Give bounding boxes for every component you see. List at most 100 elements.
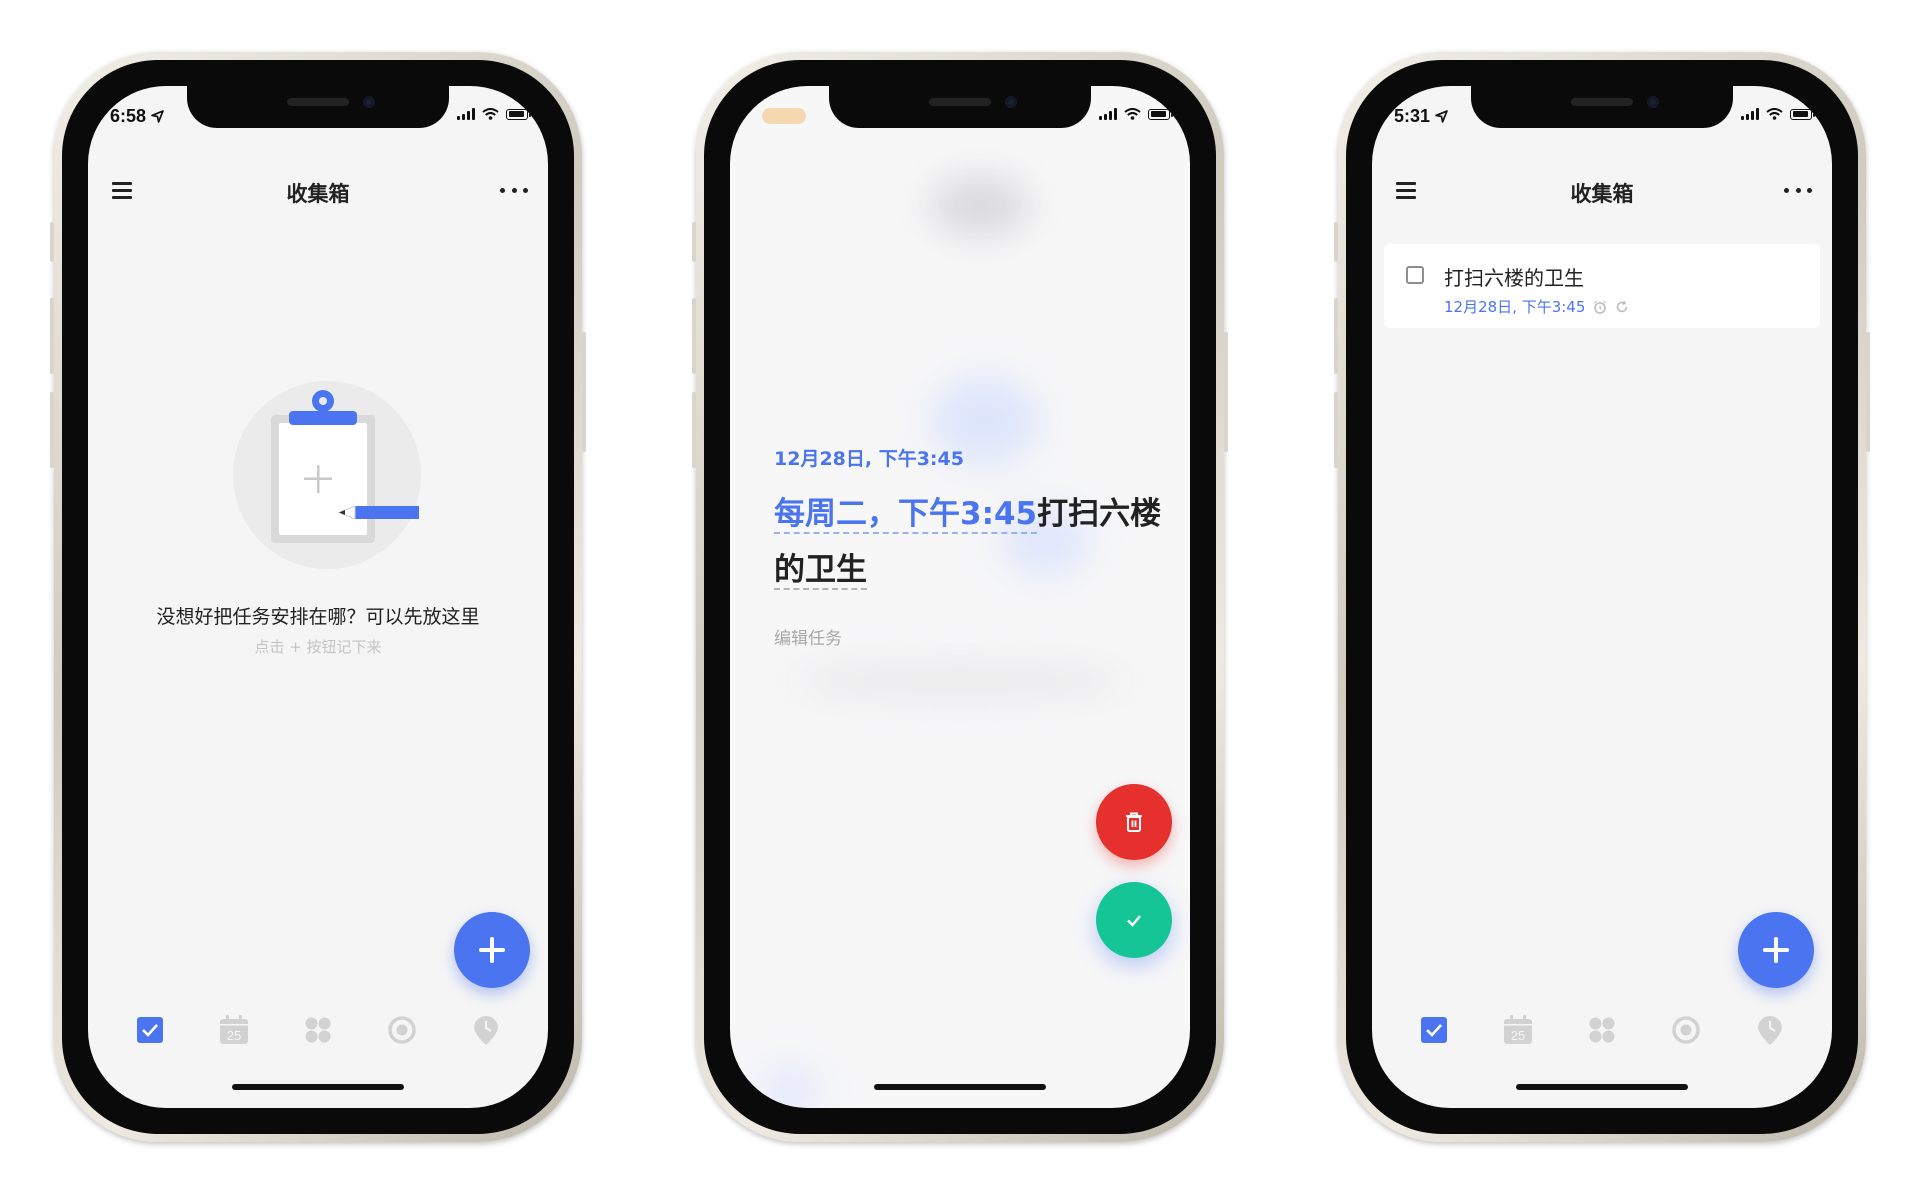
status-icons xyxy=(457,108,531,120)
wifi-icon xyxy=(1766,108,1783,120)
top-bar: 收集箱 xyxy=(1372,170,1832,210)
signal-icon xyxy=(1099,108,1117,120)
volume-down-button xyxy=(1334,392,1338,468)
focus-icon xyxy=(1672,1016,1700,1044)
task-item[interactable]: 打扫六楼的卫生 12月28日, 下午3:45 xyxy=(1384,244,1820,328)
notch xyxy=(187,86,449,128)
tab-tasks[interactable] xyxy=(1418,1014,1450,1046)
tab-bar: 25 xyxy=(1372,1010,1832,1050)
screen: 12月28日, 下午3:45 每周二，下午3:45打扫六楼 的卫生 编辑任务 xyxy=(730,86,1190,1108)
location-arrow-icon xyxy=(1435,110,1448,123)
battery-icon xyxy=(1790,108,1815,120)
tab-focus[interactable] xyxy=(386,1014,418,1046)
plus-icon xyxy=(479,937,505,963)
home-indicator xyxy=(232,1084,404,1090)
status-time-pill xyxy=(762,108,806,124)
grid-icon xyxy=(1589,1017,1615,1043)
calendar-icon: 25 xyxy=(220,1015,248,1044)
page-title: 收集箱 xyxy=(286,182,350,206)
home-indicator xyxy=(1516,1084,1688,1090)
power-button xyxy=(1866,332,1870,452)
wifi-icon xyxy=(482,108,499,120)
tab-matrix[interactable] xyxy=(1586,1014,1618,1046)
location-arrow-icon xyxy=(151,110,164,123)
bezel: 5:31 收集箱 打扫六楼的卫生 12月28日, 下午3:45 25 xyxy=(1346,60,1858,1134)
tab-tasks[interactable] xyxy=(134,1014,166,1046)
home-indicator xyxy=(874,1084,1046,1090)
grid-icon xyxy=(305,1017,331,1043)
add-task-button[interactable] xyxy=(454,912,530,988)
clipboard-illustration xyxy=(233,381,421,569)
notch xyxy=(1471,86,1733,128)
bezel: 12月28日, 下午3:45 每周二，下午3:45打扫六楼 的卫生 编辑任务 xyxy=(704,60,1216,1134)
empty-state-title: 没想好把任务安排在哪？可以先放这里 xyxy=(156,606,480,628)
empty-state-hint: 点击 + 按钮记下来 xyxy=(254,638,382,656)
volume-down-button xyxy=(50,392,54,468)
volume-up-button xyxy=(50,298,54,374)
phone-frame-2: 12月28日, 下午3:45 每周二，下午3:45打扫六楼 的卫生 编辑任务 xyxy=(692,52,1228,1142)
more-icon[interactable] xyxy=(500,188,528,194)
tab-bar: 25 xyxy=(88,1010,548,1050)
side-button xyxy=(1334,222,1338,262)
status-icons xyxy=(1741,108,1815,120)
blurred-line xyxy=(790,666,1130,696)
task-due-date: 12月28日, 下午3:45 xyxy=(1444,298,1586,316)
tab-habit[interactable] xyxy=(470,1014,502,1046)
recurrence-highlight[interactable]: 每周二，下午3:45 xyxy=(774,496,1038,534)
notch xyxy=(829,86,1091,128)
page-title: 收集箱 xyxy=(1570,182,1634,206)
more-icon[interactable] xyxy=(1784,188,1812,194)
calendar-day: 25 xyxy=(227,1028,241,1043)
task-title: 打扫六楼的卫生 xyxy=(1444,266,1584,290)
alarm-icon xyxy=(1594,300,1607,314)
volume-up-button xyxy=(1334,298,1338,374)
screen: 6:58 收集箱 没想好把任务安排在哪？可以先放这里 点击 + 按钮记下来 25 xyxy=(88,86,548,1108)
task-title-text: 的卫生 xyxy=(774,552,867,590)
volume-up-button xyxy=(692,298,696,374)
tab-calendar[interactable]: 25 xyxy=(218,1014,250,1046)
task-title-text: 打扫六楼 xyxy=(1037,496,1162,532)
status-icons xyxy=(1099,108,1173,120)
side-button xyxy=(50,222,54,262)
tab-matrix[interactable] xyxy=(302,1014,334,1046)
check-icon xyxy=(1127,915,1141,927)
delete-button[interactable] xyxy=(1096,784,1172,860)
screen: 5:31 收集箱 打扫六楼的卫生 12月28日, 下午3:45 25 xyxy=(1372,86,1832,1108)
power-button xyxy=(582,332,586,452)
signal-icon xyxy=(1741,108,1759,120)
volume-down-button xyxy=(692,392,696,468)
blurred-header xyxy=(930,176,1030,236)
focus-icon xyxy=(388,1016,416,1044)
status-time: 6:58 xyxy=(110,106,164,127)
tab-habit[interactable] xyxy=(1754,1014,1786,1046)
bezel: 6:58 收集箱 没想好把任务安排在哪？可以先放这里 点击 + 按钮记下来 25 xyxy=(62,60,574,1134)
plus-icon xyxy=(1763,937,1789,963)
tab-calendar[interactable]: 25 xyxy=(1502,1014,1534,1046)
phone-frame-3: 5:31 收集箱 打扫六楼的卫生 12月28日, 下午3:45 25 xyxy=(1334,52,1870,1142)
pin-icon xyxy=(474,1016,498,1045)
trash-icon xyxy=(1126,812,1142,832)
status-time: 5:31 xyxy=(1394,106,1448,127)
checkbox-icon xyxy=(137,1017,163,1043)
wifi-icon xyxy=(1124,108,1141,120)
top-bar: 收集箱 xyxy=(88,170,548,210)
task-description-input[interactable]: 编辑任务 xyxy=(774,624,842,649)
task-meta: 12月28日, 下午3:45 xyxy=(1444,296,1629,317)
task-date[interactable]: 12月28日, 下午3:45 xyxy=(774,444,964,471)
signal-icon xyxy=(457,108,475,120)
repeat-icon xyxy=(1617,300,1628,312)
task-title-input[interactable]: 每周二，下午3:45打扫六楼 的卫生 xyxy=(774,486,1174,598)
calendar-icon: 25 xyxy=(1504,1015,1532,1044)
battery-icon xyxy=(506,108,531,120)
battery-icon xyxy=(1148,108,1173,120)
calendar-day: 25 xyxy=(1511,1028,1525,1043)
add-task-button[interactable] xyxy=(1738,912,1814,988)
side-button xyxy=(692,222,696,262)
checkbox-icon xyxy=(1421,1017,1447,1043)
blurred-tab xyxy=(760,1066,820,1108)
phone-frame-1: 6:58 收集箱 没想好把任务安排在哪？可以先放这里 点击 + 按钮记下来 25 xyxy=(50,52,586,1142)
task-checkbox[interactable] xyxy=(1406,266,1424,284)
tab-focus[interactable] xyxy=(1670,1014,1702,1046)
confirm-button[interactable] xyxy=(1096,882,1172,958)
pin-icon xyxy=(1758,1016,1782,1045)
